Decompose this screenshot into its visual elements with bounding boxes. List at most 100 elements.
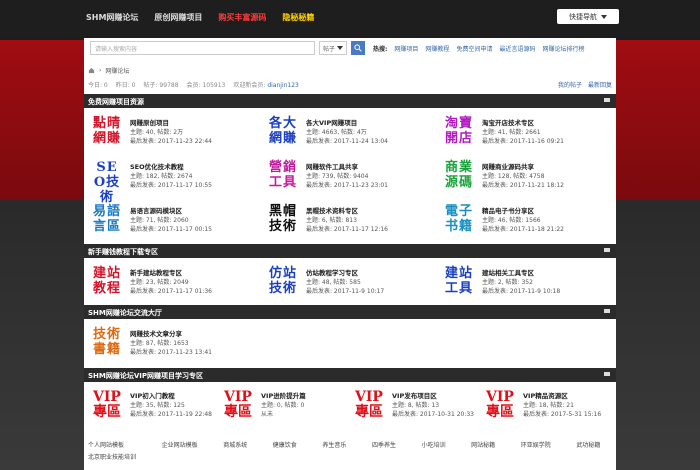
forum-logo[interactable]: 黑帽 技術	[266, 204, 300, 236]
forum-title[interactable]: 网赚原创项目	[130, 119, 212, 128]
forum-title[interactable]: 各大VIP网赚项目	[306, 119, 388, 128]
forum-info: SEO优化技术教程 主题: 182, 帖数: 2674 最后发表: 2017-11-…	[130, 163, 212, 190]
nav-original[interactable]: 原创网赚项目	[154, 12, 202, 23]
forum-title[interactable]: VIP初入门教程	[130, 392, 212, 401]
forum-title[interactable]: 网赚软件工具共享	[306, 163, 388, 172]
footer-link[interactable]: 环亚娱学院	[521, 440, 563, 449]
footer-link[interactable]: 武功秘籍	[576, 440, 612, 449]
forum-info: 各大VIP网赚项目 主题: 4663, 帖数: 4万 最后发表: 2017-11-2…	[306, 119, 388, 146]
forum-logo[interactable]: SE O技術	[90, 160, 124, 205]
forum-title[interactable]: 黑帽技术资料专区	[306, 207, 388, 216]
forum-title[interactable]: 仿站教程学习专区	[306, 269, 384, 278]
forum-logo[interactable]: 營銷 工具	[266, 160, 300, 192]
forum-title[interactable]: 网赚商业源码共享	[482, 163, 564, 172]
footer-link[interactable]: 网站秘籍	[471, 440, 507, 449]
hot-link[interactable]: 最近言语源码	[499, 44, 535, 53]
forum-logo[interactable]: 建站 工具	[442, 266, 476, 298]
hot-link[interactable]: 网赚教程	[425, 44, 449, 53]
forum-item[interactable]: 商業 源碼 网赚商业源码共享 主题: 128, 帖数: 4758 最后发表: 2017-…	[436, 154, 616, 198]
forum-logo[interactable]: VIP 專區	[221, 390, 255, 420]
forum-logo[interactable]: 易語 言區	[90, 204, 124, 236]
forum-item[interactable]: 點晴 網賺 网赚原创项目 主题: 40, 帖数: 2万 最后发表: 2017-11-23…	[84, 110, 260, 154]
hot-link[interactable]: 免费空间申请	[456, 44, 492, 53]
search-input[interactable]: 请输入搜索内容	[90, 41, 315, 55]
forum-logo[interactable]: 仿站 技術	[266, 266, 300, 298]
forum-title[interactable]: 精品电子书分享区	[482, 207, 564, 216]
stat-posts: 帖子: 99788	[143, 82, 179, 89]
nav-source[interactable]: 购买丰富源码	[218, 12, 266, 23]
forum-title[interactable]: 新手建站教程专区	[130, 269, 212, 278]
forum-logo[interactable]: VIP 專區	[352, 390, 386, 420]
forum-grid-free: 點晴 網賺 网赚原创项目 主题: 40, 帖数: 2万 最后发表: 2017-11-23…	[84, 110, 616, 242]
forum-title[interactable]: VIP发布项目区	[392, 392, 474, 401]
quick-nav-button[interactable]: 快捷导航	[557, 9, 619, 24]
newest-member[interactable]: dianjin123	[267, 82, 299, 89]
forum-item[interactable]: 各大 網賺 各大VIP网赚项目 主题: 4663, 帖数: 4万 最后发表: 2017-…	[260, 110, 436, 154]
footer-link[interactable]: 养生音乐	[322, 440, 358, 449]
forum-item[interactable]: VIP 專區 VIP初入门教程 主题: 35, 帖数: 125 最后发表: 2017-1…	[84, 386, 215, 424]
forum-logo[interactable]: 點晴 網賺	[90, 116, 124, 148]
forum-item[interactable]: 黑帽 技術 黑帽技术资料专区 主题: 6, 帖数: 813 最后发表: 2017-11-…	[260, 198, 436, 242]
footer-link[interactable]: 个人网站模板	[88, 440, 148, 449]
stat-welcome: 欢迎新会员: dianjin123	[233, 80, 299, 89]
forum-item[interactable]: SE O技術 SEO优化技术教程 主题: 182, 帖数: 2674 最后发表: 201…	[84, 154, 260, 205]
forum-item[interactable]: 淘寶 開店 淘宝开店技术专区 主题: 41, 帖数: 2661 最后发表: 2017-1…	[436, 110, 616, 154]
search-button[interactable]	[351, 41, 365, 55]
forum-logo[interactable]: 電子 书籍	[442, 204, 476, 236]
collapse-icon[interactable]	[604, 98, 610, 102]
section-header[interactable]: 新手赚钱教程下载专区	[84, 244, 616, 258]
footer-link[interactable]: 商城系统	[223, 440, 259, 449]
forum-item[interactable]: 技術 書籍 网赚技术文章分享 主题: 87, 帖数: 1653 最后发表: 2017-1…	[84, 321, 260, 365]
footer-link[interactable]: 企业网站模板	[162, 440, 210, 449]
forum-item[interactable]: 易語 言區 易语言源码模块区 主题: 71, 帖数: 2060 最后发表: 2017-1…	[84, 198, 260, 242]
search-type-select[interactable]: 帖子	[319, 41, 347, 55]
forum-item[interactable]: 營銷 工具 网赚软件工具共享 主题: 739, 帖数: 9404 最后发表: 2017-…	[260, 154, 436, 198]
my-posts-link[interactable]: 我的帖子	[558, 80, 582, 89]
forum-info: 网赚技术文章分享 主题: 87, 帖数: 1653 最后发表: 2017-11-23…	[130, 330, 212, 357]
forum-item[interactable]: 建站 工具 建站相关工具专区 主题: 2, 帖数: 352 最后发表: 2017-11-…	[436, 260, 616, 304]
forum-logo[interactable]: VIP 專區	[90, 390, 124, 420]
forum-item[interactable]: 建站 教程 新手建站教程专区 主题: 23, 帖数: 2049 最后发表: 2017-1…	[84, 260, 260, 304]
forum-info: 网赚软件工具共享 主题: 739, 帖数: 9404 最后发表: 2017-11-2…	[306, 163, 388, 190]
forum-logo[interactable]: 商業 源碼	[442, 160, 476, 192]
hot-link[interactable]: 网赚项目	[394, 44, 418, 53]
section-header[interactable]: 免费网赚项目资源	[84, 94, 616, 108]
forum-logo[interactable]: 淘寶 開店	[442, 116, 476, 148]
forum-logo[interactable]: 技術 書籍	[90, 327, 124, 359]
forum-title[interactable]: SEO优化技术教程	[130, 163, 212, 172]
collapse-icon[interactable]	[604, 248, 610, 252]
forum-title[interactable]: VIP精品资源区	[523, 392, 601, 401]
breadcrumb-item[interactable]: 网赚论坛	[105, 66, 129, 75]
forum-title[interactable]: 淘宝开店技术专区	[482, 119, 564, 128]
forum-item[interactable]: VIP 專區 VIP进阶提升篇 主题: 0, 帖数: 0 从未	[215, 386, 346, 424]
forum-last-post: 最后发表: 2017-11-18 21:22	[482, 225, 564, 233]
forum-last-post: 最后发表: 2017-11-21 18:12	[482, 181, 564, 189]
forum-last-post: 最后发表: 2017-11-17 10:55	[130, 181, 212, 189]
footer-link[interactable]: 小吃培训	[422, 440, 458, 449]
hot-link[interactable]: 网赚论坛排行榜	[542, 44, 584, 53]
forum-last-post: 最后发表: 2017-11-24 13:04	[306, 137, 388, 145]
home-icon[interactable]	[88, 67, 95, 74]
forum-item[interactable]: 仿站 技術 仿站教程学习专区 主题: 48, 帖数: 585 最后发表: 2017-11…	[260, 260, 436, 304]
nav-home[interactable]: SHM网赚论坛	[86, 12, 138, 23]
forum-item[interactable]: VIP 專區 VIP发布项目区 主题: 8, 帖数: 13 最后发表: 2017-10-…	[346, 386, 477, 424]
footer-link[interactable]: 北京职业技能培训	[88, 452, 148, 461]
collapse-icon[interactable]	[604, 372, 610, 376]
section-header[interactable]: SHM网赚论坛交流大厅	[84, 305, 616, 319]
forum-title[interactable]: VIP进阶提升篇	[261, 392, 306, 401]
forum-title[interactable]: 易语言源码模块区	[130, 207, 212, 216]
forum-item[interactable]: 電子 书籍 精品电子书分享区 主题: 46, 帖数: 1566 最后发表: 2017-1…	[436, 198, 616, 242]
forum-counts: 主题: 35, 帖数: 125	[130, 401, 185, 409]
footer-link[interactable]: 健康饮食	[273, 440, 309, 449]
section-header[interactable]: SHM网赚论坛VIP网赚项目学习专区	[84, 368, 616, 382]
forum-title[interactable]: 建站相关工具专区	[482, 269, 560, 278]
newest-reply-link[interactable]: 最新回复	[588, 80, 612, 89]
collapse-icon[interactable]	[604, 309, 610, 313]
forum-title[interactable]: 网赚技术文章分享	[130, 330, 212, 339]
footer-link[interactable]: 四季养生	[372, 440, 408, 449]
forum-item[interactable]: VIP 專區 VIP精品资源区 主题: 18, 帖数: 21 最后发表: 2017-5-…	[477, 386, 616, 424]
forum-logo[interactable]: 各大 網賺	[266, 116, 300, 148]
forum-logo[interactable]: VIP 專區	[483, 390, 517, 420]
forum-logo[interactable]: 建站 教程	[90, 266, 124, 298]
nav-secret[interactable]: 隐秘秘籍	[282, 12, 314, 23]
